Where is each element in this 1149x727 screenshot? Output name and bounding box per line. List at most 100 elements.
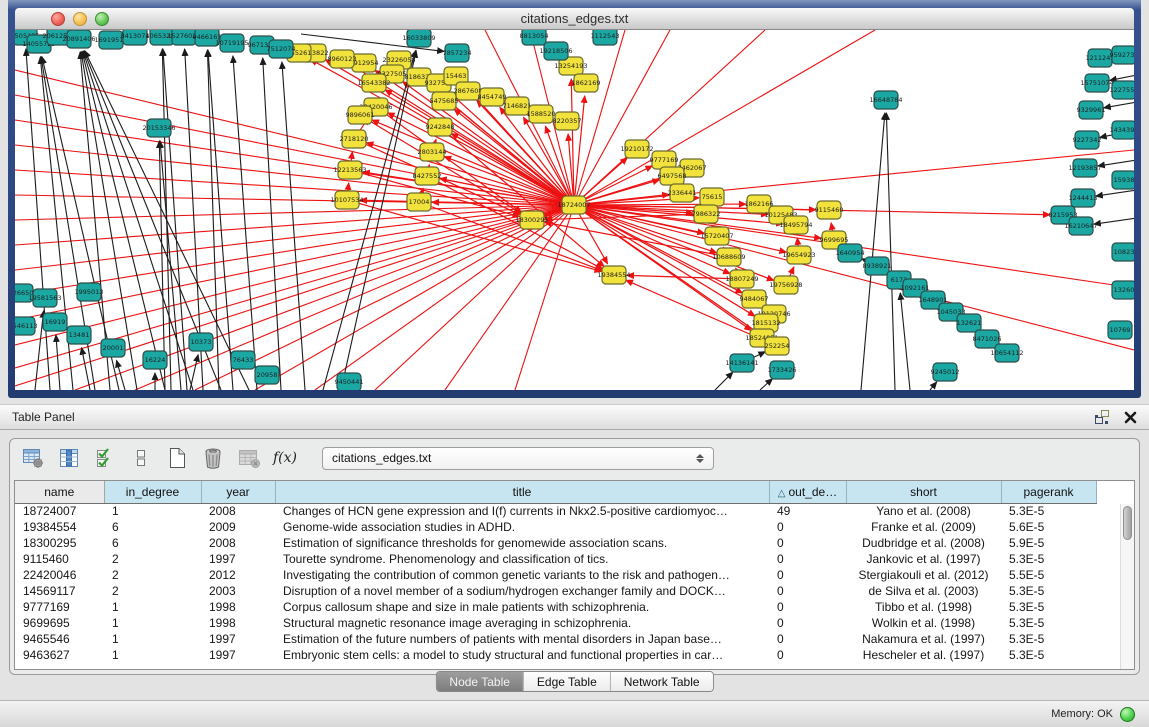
table-cell-pagerank[interactable]: 5.3E-5	[1001, 551, 1096, 567]
table-cell-pagerank[interactable]: 5.3E-5	[1001, 631, 1096, 647]
table-cell-in_degree[interactable]: 6	[104, 519, 201, 535]
network-node[interactable]: 1640954	[836, 244, 865, 262]
table-row[interactable]: 969969511998Structural magnetic resonanc…	[15, 615, 1096, 631]
network-node[interactable]: 1588520	[527, 105, 556, 123]
network-node[interactable]: 8960123	[328, 50, 357, 68]
network-node[interactable]: 18807249	[725, 270, 758, 288]
table-cell-short[interactable]: Stergiakouli et al. (2012)	[846, 567, 1001, 583]
table-cell-out_degree[interactable]: 0	[769, 551, 846, 567]
table-cell-pagerank[interactable]: 5.3E-5	[1001, 615, 1096, 631]
table-cell-out_degree[interactable]: 0	[769, 535, 846, 551]
table-cell-name[interactable]: 18724007	[15, 503, 104, 519]
network-node[interactable]: 8220357	[553, 112, 582, 130]
table-row[interactable]: 911546021997Tourette syndrome. Phenomeno…	[15, 551, 1096, 567]
table-row[interactable]: 1938455462009Genome-wide association stu…	[15, 519, 1096, 535]
table-cell-in_degree[interactable]: 1	[104, 503, 201, 519]
column-header-year[interactable]: year	[201, 481, 275, 503]
network-canvas[interactable]: 1872400723226058932750589129548960123746…	[15, 30, 1134, 390]
column-header-title[interactable]: title	[275, 481, 769, 503]
network-node[interactable]: 10769	[1108, 321, 1132, 339]
network-node[interactable]: 19756928	[769, 276, 802, 294]
network-node[interactable]: 1733426	[768, 361, 797, 379]
network-node[interactable]: 10823	[1112, 243, 1134, 261]
network-node[interactable]: 16033809	[402, 30, 435, 47]
table-cell-out_degree[interactable]: 49	[769, 503, 846, 519]
table-cell-title[interactable]: Estimation of significance thresholds fo…	[275, 535, 769, 551]
table-cell-name[interactable]: 9115460	[15, 551, 104, 567]
close-panel-icon[interactable]	[1124, 411, 1137, 424]
network-node[interactable]: 1434390	[1110, 121, 1134, 139]
new-table-icon[interactable]	[164, 445, 190, 471]
network-node[interactable]: 16210647	[1064, 217, 1097, 235]
network-node[interactable]: 76433	[231, 351, 255, 369]
network-node[interactable]: 8427552	[413, 167, 442, 185]
table-cell-name[interactable]: 9463627	[15, 647, 104, 663]
zoom-window-icon[interactable]	[95, 12, 109, 26]
network-node[interactable]: 9546113	[15, 317, 37, 335]
network-node[interactable]: 1995013	[75, 283, 104, 301]
network-node[interactable]: 18300295	[515, 211, 548, 229]
table-cell-short[interactable]: Dudbridge et al. (2008)	[846, 535, 1001, 551]
minimize-window-icon[interactable]	[73, 12, 87, 26]
network-node[interactable]: 10719195	[215, 34, 248, 52]
table-cell-short[interactable]: Hescheler et al. (1997)	[846, 647, 1001, 663]
function-builder-icon[interactable]: f(x)	[272, 445, 298, 471]
table-cell-pagerank[interactable]: 5.3E-5	[1001, 599, 1096, 615]
network-node[interactable]: 9245012	[931, 363, 960, 381]
network-node[interactable]: 7512074	[267, 40, 296, 58]
memory-indicator-icon[interactable]	[1120, 707, 1135, 722]
network-node[interactable]: 9242848	[426, 118, 455, 136]
network-node[interactable]: 17004	[407, 193, 431, 211]
table-settings-icon[interactable]	[20, 445, 46, 471]
network-node[interactable]: 13260	[1112, 281, 1134, 299]
table-cell-out_degree[interactable]: 0	[769, 599, 846, 615]
table-cell-out_degree[interactable]: 0	[769, 647, 846, 663]
table-row[interactable]: 977716911998Corpus callosum shape and si…	[15, 599, 1096, 615]
table-cell-year[interactable]: 1997	[201, 631, 275, 647]
network-node[interactable]: 20153346	[142, 119, 175, 137]
tab-node-table[interactable]: Node Table	[436, 672, 523, 691]
table-cell-year[interactable]: 2008	[201, 535, 275, 551]
table-cell-name[interactable]: 22420046	[15, 567, 104, 583]
network-node[interactable]: 19654923	[782, 246, 815, 264]
delete-table-icon[interactable]	[200, 445, 226, 471]
table-selector[interactable]: citations_edges.txt	[322, 447, 714, 470]
network-node[interactable]: 9896061	[346, 106, 375, 124]
network-node[interactable]: 15938	[1112, 171, 1134, 189]
network-node[interactable]: 9115460	[815, 201, 844, 219]
network-node[interactable]: 9777169	[650, 151, 679, 169]
table-cell-pagerank[interactable]: 5.3E-5	[1001, 647, 1096, 663]
table-cell-name[interactable]: 9777169	[15, 599, 104, 615]
network-node[interactable]: 20958	[255, 366, 279, 384]
network-node[interactable]: 2803144	[418, 143, 447, 161]
network-node[interactable]: 2718120	[340, 130, 369, 148]
network-node[interactable]: 10688609	[712, 248, 745, 266]
table-cell-in_degree[interactable]: 6	[104, 535, 201, 551]
column-header-in_degree[interactable]: in_degree	[104, 481, 201, 503]
network-node[interactable]: 16543382	[357, 74, 390, 92]
table-cell-title[interactable]: Changes of HCN gene expression and I(f) …	[275, 503, 769, 519]
table-cell-title[interactable]: Disruption of a novel member of a sodium…	[275, 583, 769, 599]
table-row[interactable]: 2242004622012Investigating the contribut…	[15, 567, 1096, 583]
table-cell-in_degree[interactable]: 2	[104, 551, 201, 567]
table-cell-short[interactable]: Jankovic et al. (1997)	[846, 551, 1001, 567]
network-node[interactable]: 1244413	[1069, 189, 1098, 207]
network-node[interactable]: 6497568	[658, 167, 687, 185]
table-cell-year[interactable]: 2008	[201, 503, 275, 519]
table-cell-out_degree[interactable]: 0	[769, 583, 846, 599]
network-node[interactable]: 1862169	[572, 74, 601, 92]
network-node[interactable]: 16919	[43, 313, 67, 331]
table-cell-short[interactable]: Wolkin et al. (1998)	[846, 615, 1001, 631]
network-node[interactable]: 10654112	[990, 344, 1023, 362]
table-cell-out_degree[interactable]: 0	[769, 615, 846, 631]
table-cell-pagerank[interactable]: 5.3E-5	[1001, 583, 1096, 599]
table-cell-title[interactable]: Structural magnetic resonance image aver…	[275, 615, 769, 631]
table-cell-title[interactable]: Investigating the contribution of common…	[275, 567, 769, 583]
network-node[interactable]: 10107534	[330, 191, 363, 209]
table-cell-pagerank[interactable]: 5.9E-5	[1001, 535, 1096, 551]
network-node[interactable]: 19218506	[539, 42, 572, 60]
network-window-titlebar[interactable]: citations_edges.txt	[15, 8, 1134, 30]
table-cell-in_degree[interactable]: 1	[104, 615, 201, 631]
table-cell-short[interactable]: Nakamura et al. (1997)	[846, 631, 1001, 647]
table-cell-year[interactable]: 2003	[201, 583, 275, 599]
